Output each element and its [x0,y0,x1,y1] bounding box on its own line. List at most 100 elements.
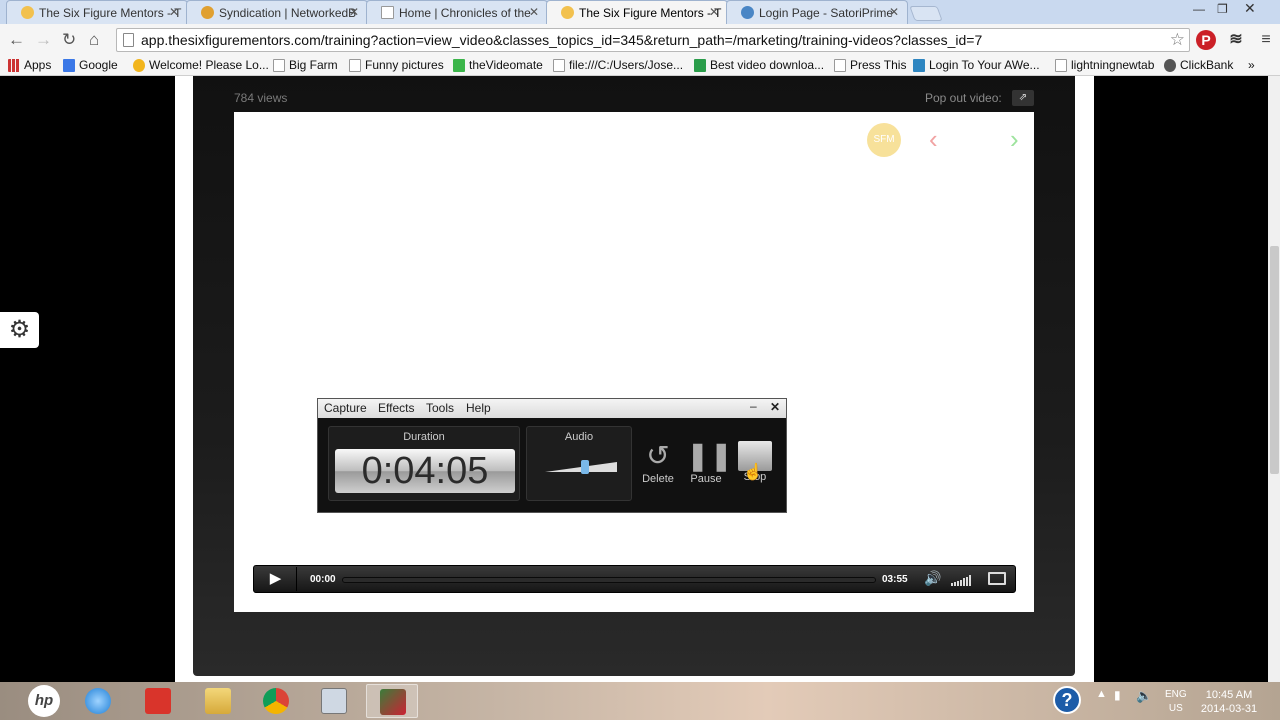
tab-sfm-active[interactable]: The Six Figure Mentors - T ✕ [546,0,728,24]
tab-title: Home | Chronicles of the [399,6,531,20]
total-duration: 03:55 [882,574,908,585]
sfm-logo: SFM [867,123,901,157]
duration-label: Duration [403,431,445,443]
windows-taskbar: hp ? ▲ ▮ 🔈 ENG US 10:45 AM 2014-03-31 [0,682,1280,720]
folder-icon [205,688,231,714]
address-bar[interactable]: app.thesixfigurementors.com/training?act… [116,28,1190,52]
popout-button[interactable]: ⇗ [1012,90,1034,106]
bookmark-pressthis[interactable]: Press This [834,58,906,72]
google-icon [63,59,75,72]
tab-close-icon[interactable]: ✕ [169,5,179,19]
network-icon[interactable]: ▮ [1114,688,1121,702]
duration-timer: 0:04:05 [335,449,515,493]
taskbar-calculator[interactable] [308,684,360,718]
pause-button[interactable]: ❚❚ Pause [686,439,733,485]
tab-strip: The Six Figure Mentors - T ✕ Syndication… [0,0,1280,24]
delete-button[interactable]: ↺ Delete [638,439,678,485]
restore-icon[interactable]: ❐ [1217,2,1228,16]
tab-close-icon[interactable]: ✕ [709,5,719,19]
menu-capture[interactable]: Capture [324,401,367,415]
menu-effects[interactable]: Effects [378,401,414,415]
bookmark-aweber[interactable]: Login To Your AWe... [913,58,1040,72]
page-content: 784 views Pop out video: ⇗ SFM ‹ › Captu… [0,76,1280,682]
page-icon [1055,59,1067,72]
syndication-favicon-icon [201,6,214,19]
delete-icon: ↺ [646,440,670,471]
taskbar-pdf[interactable] [132,684,184,718]
prev-arrow-icon: ‹ [929,124,938,154]
bookmark-welcome[interactable]: Welcome! Please Lo... [133,58,269,72]
menu-tools[interactable]: Tools [426,401,454,415]
video-frame[interactable] [234,112,1034,612]
clickbank-icon [1164,59,1176,72]
tab-chronicles[interactable]: Home | Chronicles of the ✕ [366,0,548,24]
taskbar-explorer[interactable] [192,684,244,718]
bookmark-clickbank[interactable]: ClickBank [1164,58,1233,72]
reload-icon[interactable]: ↻ [62,30,76,50]
tab-sfm-1[interactable]: The Six Figure Mentors - T ✕ [6,0,188,24]
bookmark-bigfarm[interactable]: Big Farm [273,58,338,72]
sfm-favicon-icon [561,6,574,19]
bookmark-file[interactable]: file:///C:/Users/Jose... [553,58,683,72]
satori-favicon-icon [741,6,754,19]
taskbar-chrome[interactable] [250,684,302,718]
bookmark-star-icon[interactable]: ☆ [1170,30,1185,50]
language-indicator[interactable]: ENG US [1165,688,1187,716]
seek-bar[interactable] [342,577,876,583]
tray-expand-icon[interactable]: ▲ [1096,688,1107,700]
bookmark-google[interactable]: Google [63,58,118,72]
bookmark-lightning[interactable]: lightningnewtab [1055,58,1154,72]
scrollbar-thumb[interactable] [1270,246,1279,474]
help-icon[interactable]: ? [1053,686,1081,714]
page-icon [553,59,565,72]
audio-panel: Audio [526,426,632,501]
pdf-icon [145,688,171,714]
tab-close-icon[interactable]: ✕ [889,5,899,19]
fullscreen-icon[interactable] [988,572,1006,585]
home-icon[interactable]: ⌂ [89,30,99,50]
window-close-icon[interactable]: ✕ [1244,0,1256,17]
volume-icon[interactable]: 🔊 [924,570,941,587]
tab-syndication[interactable]: Syndication | NetworkedB ✕ [186,0,368,24]
bookmark-funny[interactable]: Funny pictures [349,58,444,72]
gear-icon[interactable]: ⚙ [0,312,39,348]
aweber-icon [913,59,925,72]
taskbar-recorder[interactable] [366,684,418,718]
current-time: 00:00 [310,574,336,585]
play-button[interactable]: ▶ [255,567,297,591]
audio-level-slider[interactable] [545,460,617,474]
audio-slider-handle [581,460,589,474]
tab-satori[interactable]: Login Page - SatoriPrime ✕ [726,0,908,24]
minimize-icon[interactable]: — [1193,2,1205,16]
recorder-close-icon[interactable]: ✕ [770,400,780,414]
menu-icon[interactable]: ≡ [1256,30,1276,50]
pinterest-icon[interactable]: P [1196,30,1216,50]
download-icon [694,59,706,72]
forward-icon[interactable]: → [35,30,52,50]
recorder-minimize-icon[interactable]: – [750,399,757,413]
bookmark-videomate[interactable]: theVideomate [453,58,543,72]
volume-slider[interactable] [951,574,973,586]
buffer-icon[interactable]: ≋ [1226,30,1246,50]
apps-icon [8,59,20,72]
clock[interactable]: 10:45 AM 2014-03-31 [1197,688,1261,716]
menu-help[interactable]: Help [466,401,491,415]
bookmark-apps[interactable]: Apps [8,58,51,72]
screen-recorder-widget: Capture Effects Tools Help – ✕ Duration … [317,398,787,513]
bookmark-video-downloader[interactable]: Best video downloa... [694,58,824,72]
page-icon [123,33,134,47]
taskbar-ie[interactable] [72,684,124,718]
back-icon[interactable]: ← [8,30,25,50]
pause-icon: ❚❚ [686,440,733,471]
hp-logo-icon[interactable]: hp [28,685,60,717]
speaker-icon[interactable]: 🔈 [1136,688,1152,704]
recorder-menu-bar: Capture Effects Tools Help – ✕ [318,399,786,418]
tab-close-icon[interactable]: ✕ [529,5,539,19]
sfm-favicon-icon [21,6,34,19]
page-icon [349,59,361,72]
new-tab-button[interactable] [909,6,943,21]
more-bookmarks-icon[interactable]: » [1248,58,1255,72]
popout-label: Pop out video: [925,91,1002,105]
tab-close-icon[interactable]: ✕ [349,5,359,19]
player-controls: ▶ 00:00 03:55 🔊 [253,565,1016,593]
